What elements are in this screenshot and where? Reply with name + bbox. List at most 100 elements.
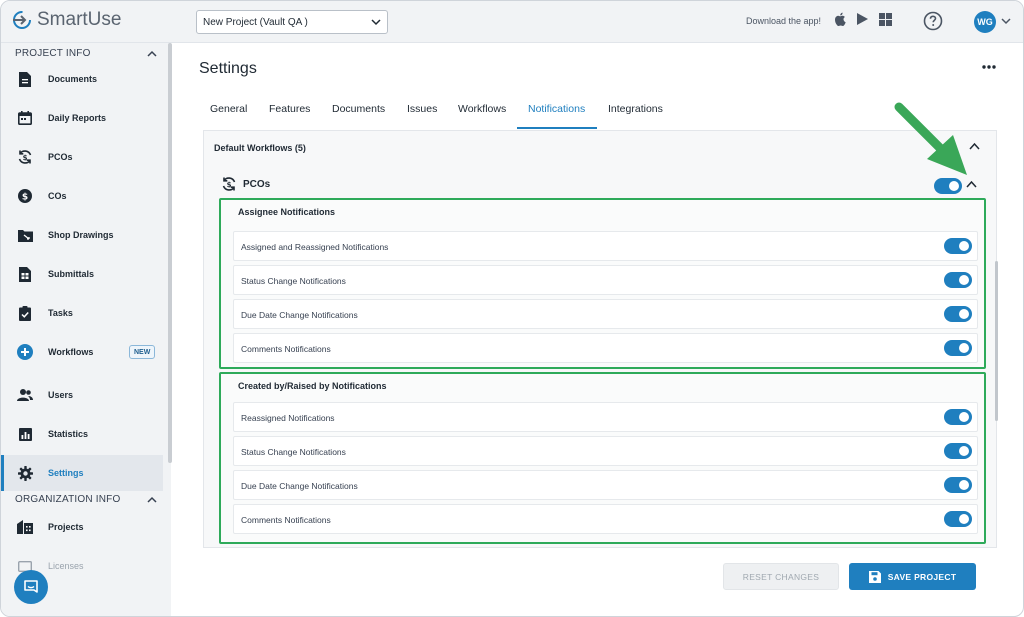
- notification-row: Status Change Notifications: [233, 436, 978, 466]
- dollar-cycle-icon: $: [17, 149, 33, 165]
- help-icon[interactable]: [923, 11, 943, 31]
- submittal-icon: [17, 266, 33, 282]
- sidebar-item-label: Shop Drawings: [48, 230, 114, 240]
- notification-toggle[interactable]: [944, 409, 972, 425]
- sidebar-item-documents[interactable]: Documents: [1, 61, 163, 97]
- tab-integrations[interactable]: Integrations: [608, 95, 663, 129]
- google-play-icon[interactable]: [856, 12, 869, 26]
- sidebar-item-label: Documents: [48, 74, 98, 84]
- sidebar-item-label: PCOs: [48, 152, 73, 162]
- sidebar-item-label: Projects: [48, 522, 84, 532]
- notification-toggle[interactable]: [944, 272, 972, 288]
- download-app-text: Download the app!: [746, 16, 822, 26]
- sidebar-item-pcos[interactable]: $ PCOs: [1, 139, 163, 175]
- sidebar-item-label: Daily Reports: [48, 113, 107, 123]
- tab-general[interactable]: General: [210, 95, 247, 129]
- avatar[interactable]: WG: [974, 11, 996, 33]
- notification-label: Assigned and Reassigned Notifications: [241, 242, 389, 252]
- logo[interactable]: SmartUse: [11, 9, 121, 31]
- chevron-up-icon[interactable]: [147, 50, 157, 57]
- save-project-button[interactable]: SAVE PROJECT: [849, 563, 976, 590]
- svg-text:$: $: [22, 193, 28, 203]
- save-project-label: SAVE PROJECT: [887, 571, 957, 582]
- sidebar-item-settings[interactable]: Settings: [1, 455, 163, 491]
- statistics-icon: [17, 426, 33, 442]
- notification-toggle[interactable]: [944, 238, 972, 254]
- svg-text:$: $: [23, 154, 28, 162]
- chat-icon: [24, 580, 38, 593]
- top-bar: SmartUse New Project (Vault QA ) Downloa…: [1, 1, 1023, 43]
- notification-label: Status Change Notifications: [241, 276, 346, 286]
- tab-issues[interactable]: Issues: [407, 95, 437, 129]
- notification-row: Reassigned Notifications: [233, 402, 978, 432]
- sidebar-item-cos[interactable]: $ COs: [1, 178, 163, 214]
- apple-icon[interactable]: [834, 12, 846, 26]
- chat-button[interactable]: [14, 570, 48, 604]
- chevron-down-icon[interactable]: [1001, 17, 1011, 25]
- sidebar-item-label: Tasks: [48, 308, 73, 318]
- buildings-icon: [17, 519, 33, 535]
- sidebar-item-tasks[interactable]: Tasks: [1, 295, 163, 331]
- sidebar-item-shop-drawings[interactable]: Shop Drawings: [1, 217, 163, 253]
- plus-circle-icon: [17, 344, 33, 360]
- document-icon: [17, 71, 33, 87]
- page-title: Settings: [199, 60, 257, 77]
- windows-icon[interactable]: [879, 12, 892, 26]
- notification-toggle[interactable]: [944, 443, 972, 459]
- sidebar-item-label: Statistics: [48, 429, 89, 439]
- reset-changes-button[interactable]: RESET CHANGES: [723, 563, 839, 590]
- notification-row: Comments Notifications: [233, 333, 978, 363]
- sidebar-item-label: Licenses: [48, 561, 84, 571]
- organization-info-header[interactable]: ORGANIZATION INFO: [15, 491, 157, 507]
- sidebar-item-label: Workflows: [48, 347, 94, 357]
- created-by-notifications-group: Created by/Raised by Notifications Reass…: [219, 372, 986, 544]
- save-icon: [868, 570, 881, 583]
- workflow-pcos-header[interactable]: $ PCOs: [221, 176, 270, 192]
- sidebar-item-projects[interactable]: Projects: [1, 509, 163, 545]
- sidebar-item-statistics[interactable]: Statistics: [1, 416, 163, 452]
- chevron-up-icon[interactable]: [147, 496, 157, 503]
- smartuse-logo-icon: [13, 11, 31, 29]
- dollar-icon: $: [17, 188, 33, 204]
- notification-row: Comments Notifications: [233, 504, 978, 534]
- assignee-notifications-group: Assignee Notifications Assigned and Reas…: [219, 198, 986, 369]
- tab-features[interactable]: Features: [269, 95, 310, 129]
- notification-row: Status Change Notifications: [233, 265, 978, 295]
- notification-label: Comments Notifications: [241, 515, 331, 525]
- tab-documents[interactable]: Documents: [332, 95, 385, 129]
- default-workflows-title: Default Workflows (5): [214, 143, 306, 153]
- users-icon: [17, 387, 33, 403]
- calendar-icon: [17, 110, 33, 126]
- sidebar-item-label: Submittals: [48, 269, 95, 279]
- notification-label: Reassigned Notifications: [241, 413, 335, 423]
- sidebar: PROJECT INFO Documents Daily Reports $ P…: [1, 43, 171, 616]
- sidebar-item-workflows[interactable]: Workflows NEW: [1, 334, 163, 370]
- project-info-label: PROJECT INFO: [15, 47, 91, 59]
- notification-toggle[interactable]: [944, 340, 972, 356]
- store-icons: [834, 12, 892, 26]
- sidebar-item-users[interactable]: Users: [1, 377, 163, 413]
- tab-workflows[interactable]: Workflows: [458, 95, 506, 129]
- project-info-header[interactable]: PROJECT INFO: [15, 45, 157, 61]
- sidebar-item-label: COs: [48, 191, 67, 201]
- group-title: Assignee Notifications: [238, 207, 336, 217]
- notification-toggle[interactable]: [944, 306, 972, 322]
- sidebar-item-label: Users: [48, 390, 74, 400]
- sidebar-item-daily-reports[interactable]: Daily Reports: [1, 100, 163, 136]
- tab-notifications[interactable]: Notifications: [517, 95, 597, 129]
- notification-row: Due Date Change Notifications: [233, 470, 978, 500]
- sidebar-scrollbar[interactable]: [168, 43, 172, 463]
- panel-scrollbar[interactable]: [995, 261, 998, 421]
- project-select-value: New Project (Vault QA ): [203, 16, 308, 28]
- notification-label: Due Date Change Notifications: [241, 481, 358, 491]
- organization-info-label: ORGANIZATION INFO: [15, 493, 121, 505]
- notification-toggle[interactable]: [944, 477, 972, 493]
- more-options-icon[interactable]: [982, 65, 996, 69]
- chevron-down-icon: [371, 19, 381, 26]
- sidebar-item-submittals[interactable]: Submittals: [1, 256, 163, 292]
- notification-row: Due Date Change Notifications: [233, 299, 978, 329]
- logo-text: SmartUse: [37, 9, 122, 30]
- project-select[interactable]: New Project (Vault QA ): [196, 10, 388, 34]
- notification-toggle[interactable]: [944, 511, 972, 527]
- group-title: Created by/Raised by Notifications: [238, 381, 387, 391]
